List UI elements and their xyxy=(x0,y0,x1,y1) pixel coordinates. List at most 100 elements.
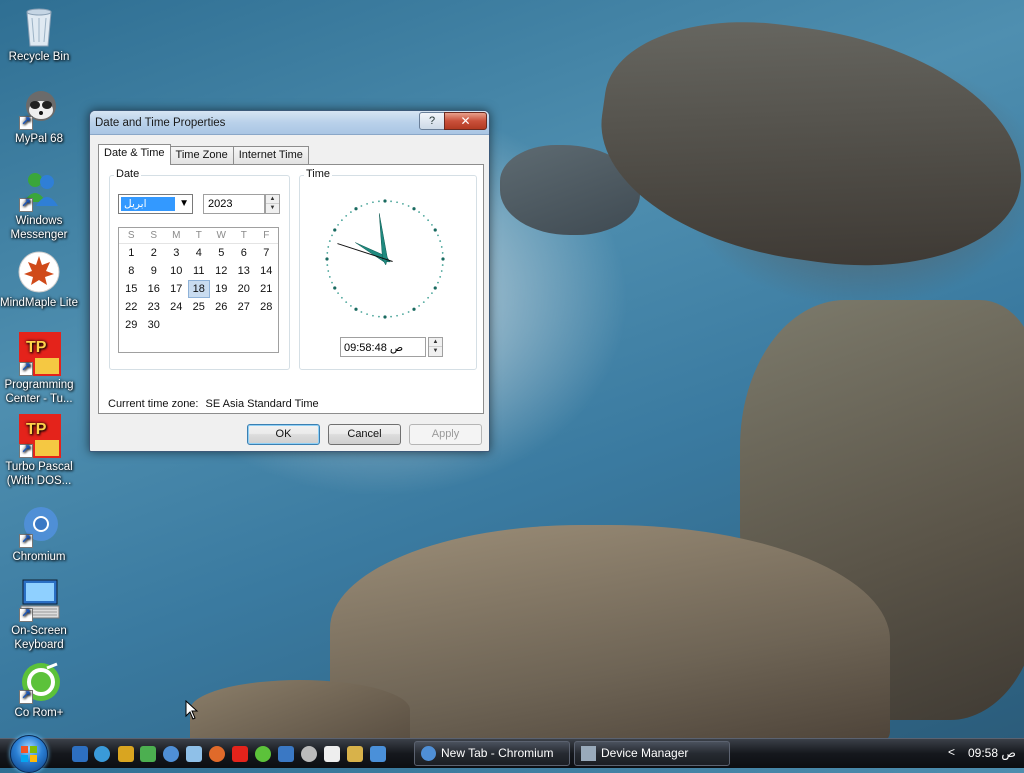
desktop-icon-mypal[interactable]: MyPal 68 xyxy=(0,86,78,146)
desktop-icon-turbo-pascal[interactable]: TP Turbo Pascal (With DOS... xyxy=(0,414,78,488)
close-button[interactable]: ✕ xyxy=(444,112,487,130)
desktop-icon-programming-center[interactable]: TP Programming Center - Tu... xyxy=(0,332,78,406)
desktop-icon-chromium[interactable]: Chromium xyxy=(0,504,78,564)
tab-internet-time[interactable]: Internet Time xyxy=(232,146,309,165)
calendar-day[interactable]: 25 xyxy=(188,298,211,316)
calendar-day[interactable]: 20 xyxy=(233,280,256,298)
maple-leaf-icon[interactable] xyxy=(209,746,225,762)
help-button[interactable]: ? xyxy=(419,112,445,130)
show-hidden-icons-button[interactable]: < xyxy=(948,745,955,759)
calendar-day[interactable]: 1 xyxy=(120,244,143,262)
film-icon[interactable] xyxy=(347,746,363,762)
task-new-tab-chromium[interactable]: New Tab - Chromium xyxy=(414,741,570,766)
cancel-button[interactable]: Cancel xyxy=(328,424,401,445)
clock-tick xyxy=(437,281,439,284)
desktop-icon-on-screen-keyboard[interactable]: On-Screen Keyboard xyxy=(0,578,78,652)
date-group: Date ابريل ▼ 2023 ▲ ▼ SSMTWTF 1234567891… xyxy=(109,168,290,370)
apply-button[interactable]: Apply xyxy=(409,424,482,445)
clock-tick xyxy=(372,201,374,204)
calendar-days-grid: 1 2 3 4 5 6 7 8 9 10 11 12 13 14 15 16 17 18 19 20 21 22 23 24 2… xyxy=(119,244,278,334)
calendar-day[interactable]: 17 xyxy=(165,280,188,298)
title-bar[interactable]: Date and Time Properties ? ✕ xyxy=(90,111,489,135)
clock-tick xyxy=(431,224,433,226)
calendar-day[interactable]: 6 xyxy=(233,244,256,262)
chromium-icon xyxy=(421,746,436,761)
paint-icon[interactable] xyxy=(278,746,294,762)
internet-explorer-icon[interactable] xyxy=(94,746,110,762)
calendar-day[interactable]: 3 xyxy=(165,244,188,262)
calendar-day[interactable]: 10 xyxy=(165,262,188,280)
spin-up-icon[interactable]: ▲ xyxy=(266,195,279,204)
wallpaper-rock xyxy=(330,525,890,755)
time-zone-value: SE Asia Standard Time xyxy=(205,398,319,410)
calendar-day[interactable]: 29 xyxy=(120,316,143,334)
desktop-icon-windows-messenger[interactable]: Windows Messenger xyxy=(0,168,78,242)
task-device-manager[interactable]: Device Manager xyxy=(574,741,730,766)
keyboard-icon xyxy=(17,578,61,622)
calendar-day[interactable]: 26 xyxy=(210,298,233,316)
tab-date-time[interactable]: Date & Time xyxy=(98,144,171,165)
ok-button[interactable]: OK xyxy=(247,424,320,445)
desktop-icon-recycle-bin[interactable]: Recycle Bin xyxy=(0,4,78,64)
clock-tick xyxy=(407,311,410,313)
chromium-icon[interactable] xyxy=(163,746,179,762)
spin-down-icon[interactable]: ▼ xyxy=(266,204,279,213)
calendar-day[interactable]: 30 xyxy=(143,316,166,334)
calendar-day[interactable]: 7 xyxy=(255,244,278,262)
year-spinner[interactable]: ▲ ▼ xyxy=(265,194,280,214)
messenger-icon[interactable] xyxy=(140,746,156,762)
desktop-icon-mindmaple[interactable]: MindMaple Lite xyxy=(0,250,78,310)
settings-gear-icon[interactable] xyxy=(301,746,317,762)
month-dropdown[interactable]: ابريل ▼ xyxy=(118,194,193,214)
calendar-day[interactable]: 8 xyxy=(120,262,143,280)
desktop-icon-co-rom[interactable]: Co Rom+ xyxy=(0,660,78,720)
co-rom-icon xyxy=(17,660,61,704)
taskbar-clock[interactable]: ص 09:58 xyxy=(968,746,1016,760)
turbo-pascal-icon[interactable] xyxy=(232,746,248,762)
tab-time-zone[interactable]: Time Zone xyxy=(169,146,234,165)
desktop-icon-label: MyPal 68 xyxy=(15,133,63,145)
maple-leaf-icon xyxy=(17,250,61,294)
butterfly-icon[interactable] xyxy=(118,746,134,762)
calendar-day[interactable]: 12 xyxy=(210,262,233,280)
calendar-day[interactable]: 16 xyxy=(143,280,166,298)
clock-tick xyxy=(328,276,331,278)
spin-down-icon[interactable]: ▼ xyxy=(429,347,442,356)
calendar-day[interactable]: 23 xyxy=(143,298,166,316)
cards-icon[interactable] xyxy=(324,746,340,762)
calendar-day[interactable]: 28 xyxy=(255,298,278,316)
calendar-day[interactable]: 19 xyxy=(210,280,233,298)
calendar-day[interactable]: 24 xyxy=(165,298,188,316)
calendar-day[interactable]: 27 xyxy=(233,298,256,316)
clock-tick xyxy=(422,214,425,217)
desktop-icon-label: Turbo Pascal (With DOS... xyxy=(5,461,73,487)
co-rom-icon[interactable] xyxy=(255,746,271,762)
users-icon[interactable] xyxy=(370,746,386,762)
year-field[interactable]: 2023 xyxy=(203,194,265,214)
calendar-day[interactable]: 22 xyxy=(120,298,143,316)
task-label: Device Manager xyxy=(601,746,689,760)
calendar-day[interactable]: 18 xyxy=(187,280,210,298)
calendar-day[interactable]: 13 xyxy=(233,262,256,280)
spin-up-icon[interactable]: ▲ xyxy=(429,338,442,347)
calendar-day[interactable]: 11 xyxy=(188,262,211,280)
clock-tick xyxy=(439,276,442,278)
keyboard-icon[interactable] xyxy=(186,746,202,762)
calendar-day[interactable]: 4 xyxy=(188,244,211,262)
calendar-day[interactable]: 5 xyxy=(210,244,233,262)
clock-tick xyxy=(390,315,392,318)
clock-tick xyxy=(407,205,410,207)
start-button[interactable] xyxy=(10,735,48,773)
calendar-day[interactable]: 15 xyxy=(120,280,143,298)
time-field[interactable]: 09:58:48 ص xyxy=(340,337,426,357)
show-desktop-icon[interactable] xyxy=(72,746,88,762)
calendar-day[interactable]: 2 xyxy=(143,244,166,262)
calendar-day[interactable]: 9 xyxy=(143,262,166,280)
calendar-day[interactable]: 21 xyxy=(255,280,278,298)
mypal-raccoon-icon xyxy=(17,86,61,130)
shortcut-arrow-icon xyxy=(19,442,33,458)
clock-tick xyxy=(396,201,398,204)
calendar-day[interactable]: 14 xyxy=(255,262,278,280)
clock-tick xyxy=(325,257,329,261)
time-spinner[interactable]: ▲ ▼ xyxy=(428,337,443,357)
